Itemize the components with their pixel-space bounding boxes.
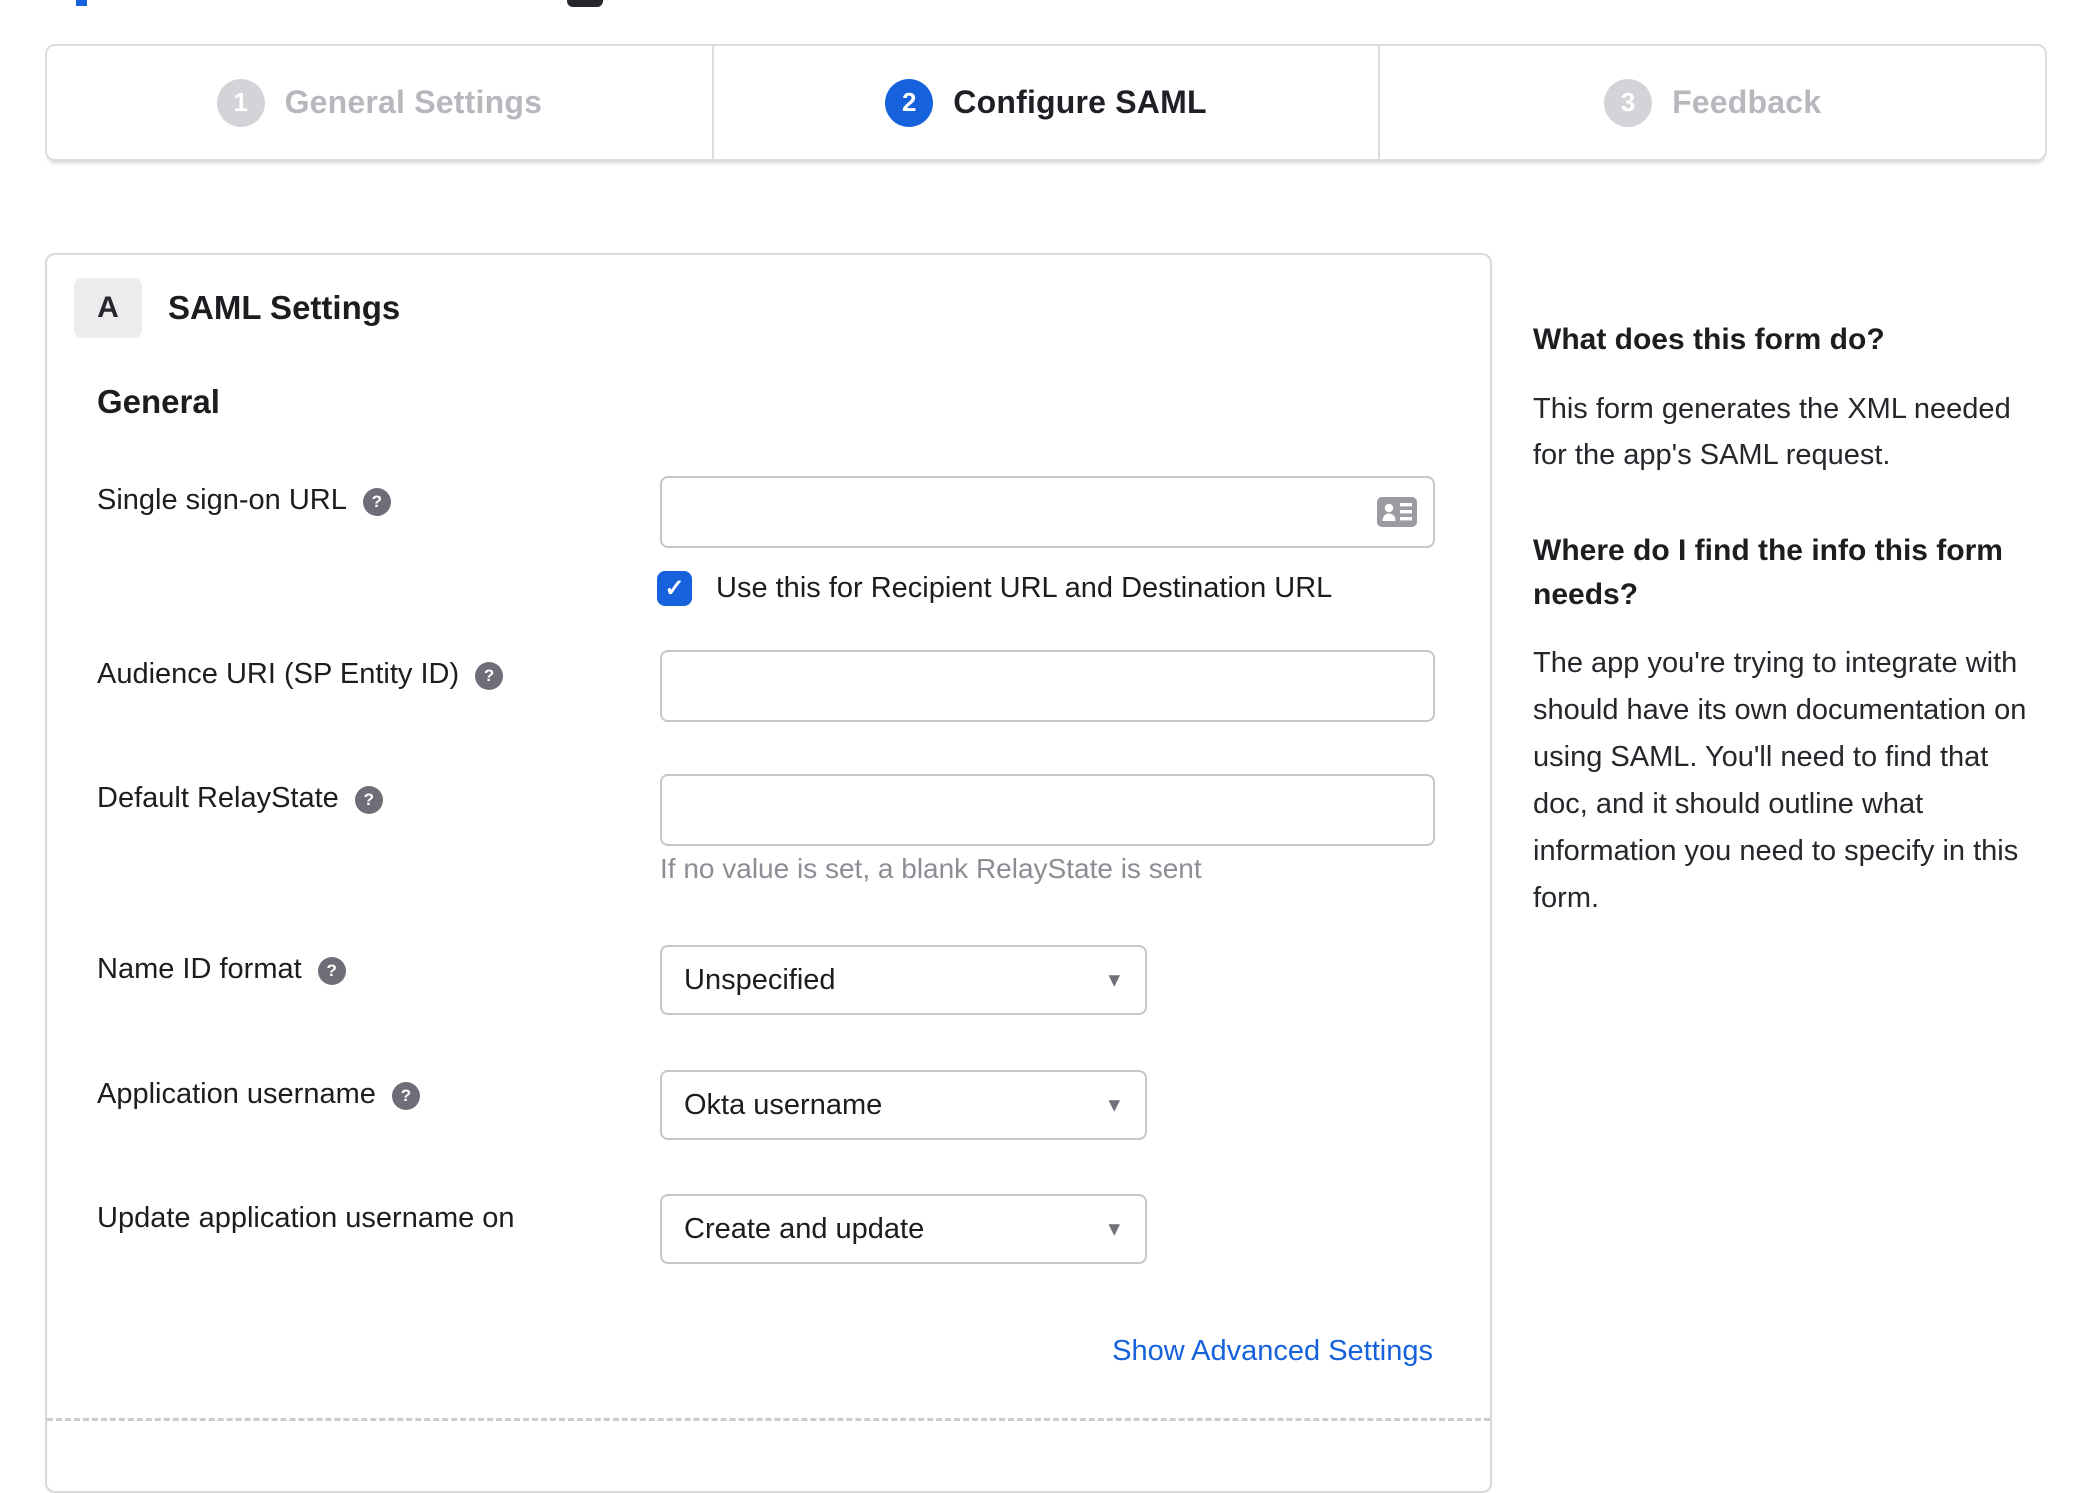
use-for-recipient-label: Use this for Recipient URL and Destinati… — [716, 572, 1333, 604]
step-label: Configure SAML — [953, 84, 1207, 120]
relay-state-helper: If no value is set, a blank RelayState i… — [660, 853, 1202, 884]
contact-card-icon[interactable] — [1377, 497, 1417, 527]
help-section-what: What does this form do? This form genera… — [1533, 318, 2058, 479]
name-id-format-label: Name ID format ? — [97, 953, 637, 986]
help-icon[interactable]: ? — [475, 662, 504, 690]
cutoff-blue-artifact — [76, 0, 87, 6]
relay-state-input[interactable] — [660, 774, 1435, 846]
help-section-where: Where do I find the info this form needs… — [1533, 529, 2058, 922]
step-configure-saml[interactable]: 2 Configure SAML — [714, 46, 1381, 159]
relay-state-label: Default RelayState ? — [97, 782, 637, 815]
saml-settings-panel: A SAML Settings General Single sign-on U… — [45, 253, 1492, 1493]
step-number-badge: 1 — [216, 78, 265, 127]
section-title: SAML Settings — [168, 289, 401, 326]
cutoff-dark-artifact — [567, 0, 603, 7]
section-a-badge: A — [74, 278, 142, 338]
step-label: Feedback — [1672, 84, 1822, 120]
help-body: The app you're trying to integrate with … — [1533, 647, 2027, 915]
sso-url-input[interactable] — [660, 476, 1435, 548]
help-icon[interactable]: ? — [354, 786, 383, 814]
help-icon[interactable]: ? — [391, 1082, 420, 1110]
section-dashed-divider — [47, 1418, 1490, 1421]
help-body: This form generates the XML needed for t… — [1533, 392, 2011, 472]
update-username-select[interactable]: Create and update ▾ — [660, 1194, 1147, 1264]
select-value: Unspecified — [684, 963, 836, 996]
select-value: Okta username — [684, 1088, 883, 1121]
audience-uri-input[interactable] — [660, 650, 1435, 722]
general-group-title: General — [97, 383, 220, 420]
step-feedback[interactable]: 3 Feedback — [1380, 46, 2045, 159]
chevron-down-icon: ▾ — [1108, 1214, 1120, 1241]
step-number-badge: 3 — [1604, 78, 1653, 127]
step-label: General Settings — [284, 84, 543, 120]
show-advanced-settings-link[interactable]: Show Advanced Settings — [1112, 1335, 1433, 1368]
use-for-recipient-row: ✓ Use this for Recipient URL and Destina… — [657, 571, 1332, 606]
chevron-down-icon: ▾ — [1108, 1090, 1120, 1117]
sso-url-label: Single sign-on URL ? — [97, 484, 637, 517]
section-header: A SAML Settings — [74, 278, 400, 338]
help-icon[interactable]: ? — [362, 488, 391, 516]
chevron-down-icon: ▾ — [1108, 965, 1120, 992]
step-number-badge: 2 — [885, 78, 934, 127]
select-value: Create and update — [684, 1212, 925, 1245]
use-for-recipient-checkbox[interactable]: ✓ — [657, 571, 692, 606]
update-username-label: Update application username on — [97, 1202, 515, 1234]
help-icon[interactable]: ? — [317, 957, 346, 985]
step-general-settings[interactable]: 1 General Settings — [47, 46, 714, 159]
app-username-select[interactable]: Okta username ▾ — [660, 1070, 1147, 1140]
help-heading: What does this form do? — [1533, 323, 1885, 356]
wizard-stepper: 1 General Settings 2 Configure SAML 3 Fe… — [45, 44, 2047, 161]
name-id-format-select[interactable]: Unspecified ▾ — [660, 945, 1147, 1015]
help-heading: Where do I find the info this form needs… — [1533, 534, 2003, 611]
help-sidebar: What does this form do? This form genera… — [1533, 318, 2058, 922]
audience-uri-label: Audience URI (SP Entity ID) ? — [97, 658, 637, 691]
app-username-label: Application username ? — [97, 1078, 637, 1111]
